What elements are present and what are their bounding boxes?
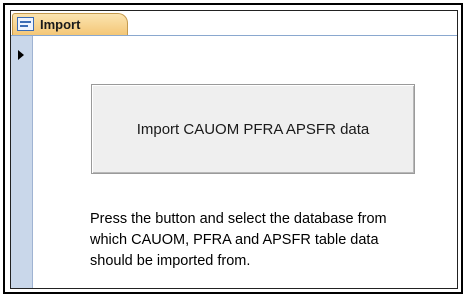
document-tab-strip: Import (11, 11, 457, 36)
record-selector-rail[interactable] (11, 36, 33, 288)
import-data-button[interactable]: Import CAUOM PFRA APSFR data (91, 84, 415, 174)
tab-import[interactable]: Import (12, 13, 128, 35)
form-icon (17, 17, 34, 31)
form-detail-section: Import CAUOM PFRA APSFR data Press the b… (34, 36, 456, 288)
access-form-window: Import Import CAUOM PFRA APSFR data Pres… (10, 10, 458, 289)
record-pointer-icon (18, 50, 24, 60)
tab-label: Import (40, 17, 81, 32)
instructions-text: Press the button and select the database… (90, 211, 387, 269)
